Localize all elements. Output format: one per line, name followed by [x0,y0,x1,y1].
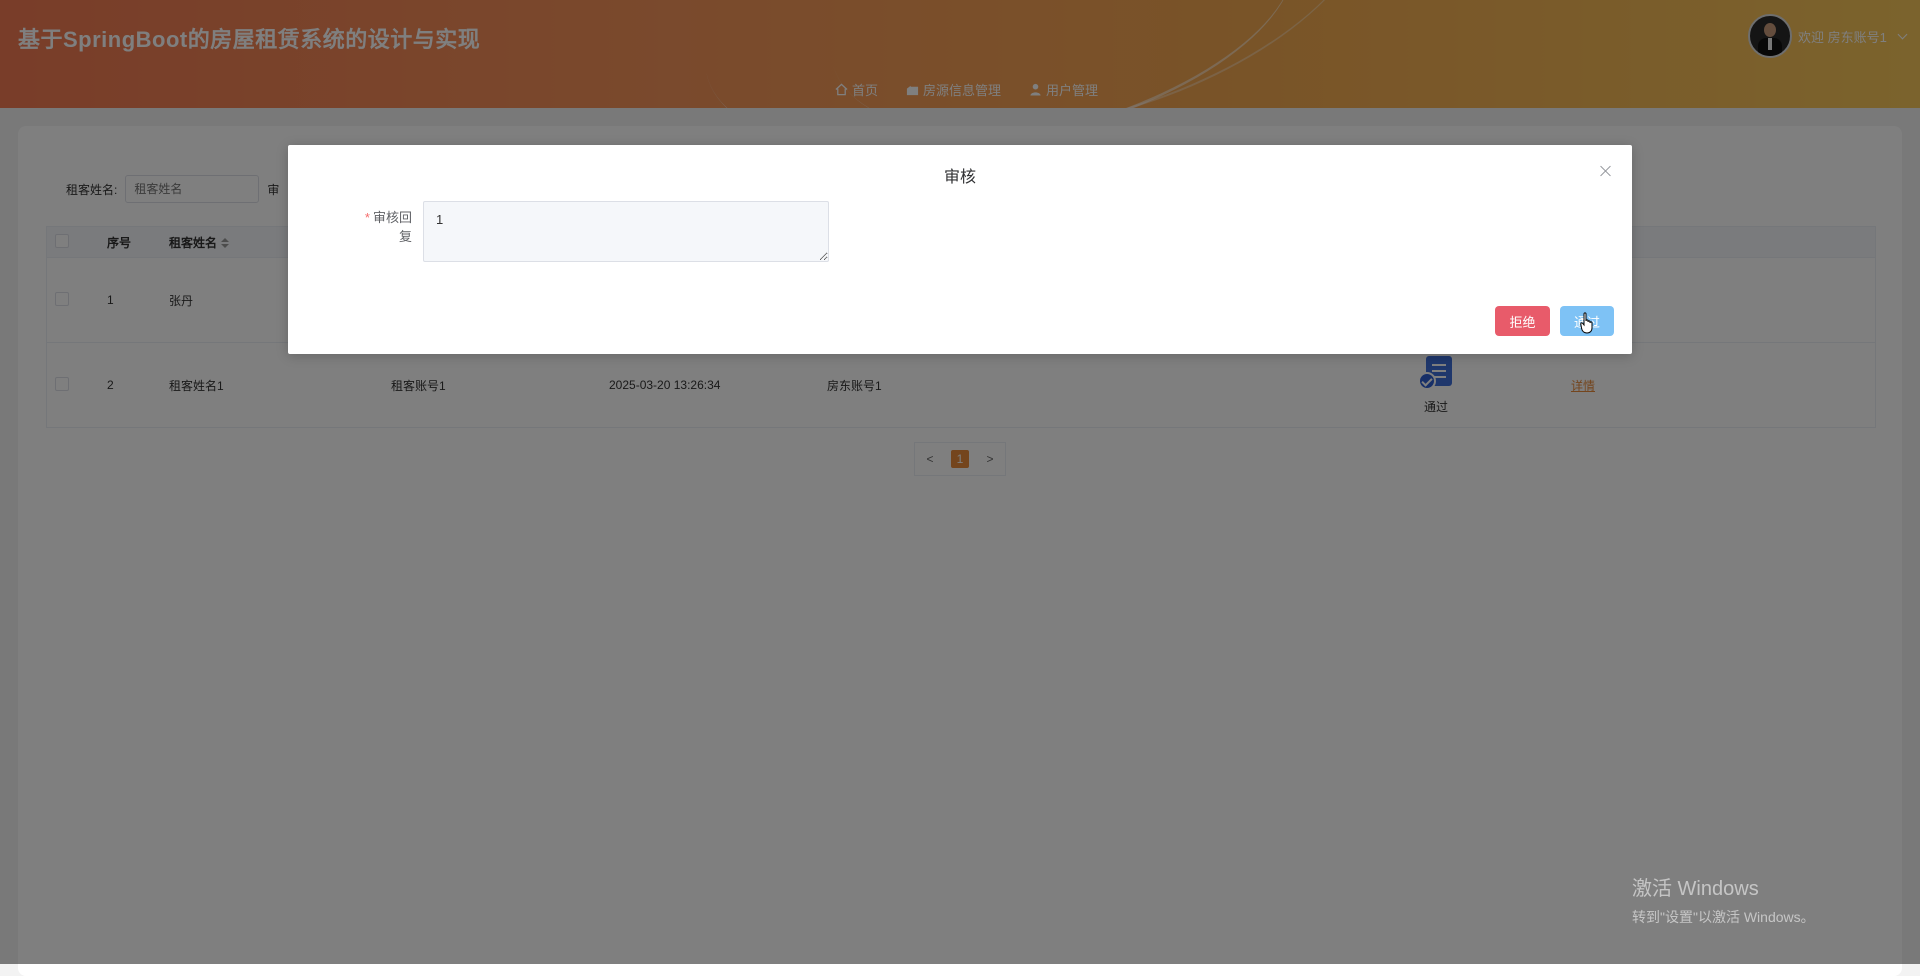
dialog-title: 审核 [943,169,976,186]
review-reply-label: * 审核回复 [364,210,412,244]
reject-button[interactable]: 拒绝 [1495,306,1550,336]
review-dialog: 审核 *审核回复 1 拒绝 通过 [288,145,1632,354]
watermark-line-2: 转到"设置"以激活 Windows。 [1632,909,1815,925]
watermark-line-1: 激活 Windows [1632,878,1759,900]
hand-cursor-icon [1580,312,1593,334]
close-icon[interactable] [1600,165,1612,177]
windows-activation-watermark: 激活 Windows 转到"设置"以激活 Windows。 [1632,872,1815,927]
review-reply-textarea[interactable]: 1 [423,201,829,262]
